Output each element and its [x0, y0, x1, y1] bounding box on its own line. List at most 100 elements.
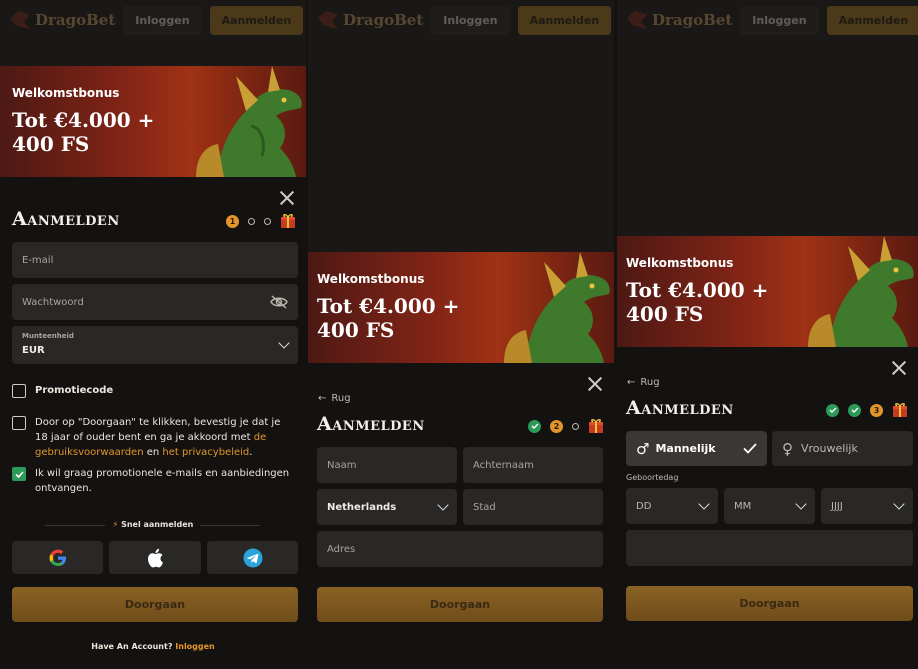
promo-checkbox[interactable]: [12, 384, 26, 398]
terms-checkbox[interactable]: [12, 416, 26, 430]
step-1-complete: [826, 403, 839, 417]
terms-text-part-2: en: [143, 447, 163, 458]
terms-text: Door op "Doorgaan" te klikken, bevestig …: [35, 415, 294, 460]
password-field[interactable]: Wachtwoord: [12, 284, 298, 320]
terms-row: Door op "Doorgaan" te klikken, bevestig …: [12, 415, 294, 460]
marketing-row: Ik wil graag promotionele e-mails en aan…: [12, 466, 294, 496]
currency-label: Munteenheid: [22, 332, 74, 340]
close-icon[interactable]: [892, 361, 906, 375]
signup-form-sheet: Aanmelden 1 E-mail Wachtwoord Munteenhei…: [0, 177, 306, 669]
login-link[interactable]: Inloggen: [175, 642, 214, 651]
lightning-icon: ⚡: [112, 520, 119, 529]
banner-headline-line-1: Tot €4.000 +: [317, 294, 460, 318]
login-button[interactable]: Inloggen: [431, 5, 510, 35]
eye-off-icon[interactable]: [270, 295, 288, 309]
signup-panel-step-2: DragoBet Inloggen Aanmelden Welkomstbonu…: [308, 0, 614, 669]
form-title: Aanmelden: [12, 208, 120, 230]
banner-subtitle: Welkomstbonus: [626, 256, 734, 270]
login-button[interactable]: Inloggen: [123, 5, 202, 35]
telegram-signup-button[interactable]: [207, 541, 298, 574]
banner-headline: Tot €4.000 +400 FS: [626, 278, 806, 326]
dragon-logo-icon: [627, 11, 647, 29]
address-field[interactable]: Adres: [317, 531, 603, 567]
login-prompt: Have An Account? Inloggen: [0, 642, 306, 651]
signup-button[interactable]: Aanmelden: [826, 5, 918, 35]
have-account-text: Have An Account?: [91, 642, 173, 651]
gender-male-option[interactable]: ♂ Mannelijk: [626, 431, 767, 466]
arrow-left-icon: ←: [318, 393, 327, 404]
step-2-active: 2: [550, 419, 563, 433]
google-signup-button[interactable]: [12, 541, 103, 574]
banner-headline: Tot €4.000 +400 FS: [12, 108, 192, 156]
signup-button[interactable]: Aanmelden: [209, 5, 304, 35]
chevron-down-icon: [437, 499, 449, 511]
check-icon: [851, 407, 858, 413]
female-label: Vrouwelijk: [801, 442, 858, 455]
step-3-pending: [264, 217, 271, 225]
banner-headline-line-2: 400 FS: [12, 132, 90, 156]
continue-button[interactable]: Doorgaan: [317, 587, 603, 622]
dragon-logo-icon: [318, 11, 338, 29]
top-navigation: DragoBet Inloggen Aanmelden: [0, 0, 306, 40]
signup-form-sheet: ← Rug Aanmelden 3 ♂ Mannelijk ♀ Vrouwelijk …: [617, 347, 918, 669]
dragon-logo-icon: [10, 11, 30, 29]
brand-logo[interactable]: DragoBet: [10, 11, 115, 29]
step-2-complete: [848, 403, 861, 417]
year-placeholder: JJJJ: [831, 500, 843, 512]
welcome-bonus-banner: Welkomstbonus Tot €4.000 +400 FS: [308, 252, 614, 363]
male-icon: ♂: [636, 439, 650, 458]
back-label: Rug: [640, 377, 660, 388]
additional-field[interactable]: [626, 530, 913, 566]
privacy-policy-link[interactable]: het privacybeleid: [162, 447, 249, 458]
birth-day-select[interactable]: DD: [626, 488, 718, 524]
login-button[interactable]: Inloggen: [740, 5, 819, 35]
banner-headline-line-2: 400 FS: [626, 302, 704, 326]
signup-panel-step-3: DragoBet Inloggen Aanmelden Welkomstbonu…: [617, 0, 918, 669]
city-field[interactable]: Stad: [463, 489, 603, 525]
check-icon: [14, 470, 24, 478]
brand-logo-text: DragoBet: [343, 11, 424, 29]
male-option-content: ♂ Mannelijk: [636, 440, 716, 458]
arrow-left-icon: ←: [627, 377, 636, 388]
brand-logo[interactable]: DragoBet: [627, 11, 732, 29]
brand-logo[interactable]: DragoBet: [318, 11, 423, 29]
email-field[interactable]: E-mail: [12, 242, 298, 278]
back-button[interactable]: ← Rug: [627, 377, 660, 388]
promo-code-toggle[interactable]: Promotiecode: [12, 383, 113, 398]
last-name-field[interactable]: Achternaam: [463, 447, 603, 483]
marketing-checkbox[interactable]: [12, 467, 26, 481]
marketing-label: Ik wil graag promotionele e-mails en aan…: [35, 468, 290, 494]
birth-year-select[interactable]: JJJJ: [821, 488, 913, 524]
terms-text-part-3: .: [249, 447, 253, 458]
step-2-pending: [248, 217, 255, 225]
signup-button[interactable]: Aanmelden: [517, 5, 612, 35]
terms-text-part-1: Door op "Doorgaan" te klikken, bevestig …: [35, 417, 281, 443]
currency-select[interactable]: Munteenheid EUR: [12, 326, 298, 364]
country-select[interactable]: Netherlands: [317, 489, 457, 525]
birth-month-select[interactable]: MM: [724, 488, 815, 524]
first-name-field[interactable]: Naam: [317, 447, 457, 483]
apple-icon: [148, 548, 163, 567]
banner-headline-line-1: Tot €4.000 +: [12, 108, 155, 132]
month-placeholder: MM: [734, 500, 752, 512]
quick-signup-label: Snel aanmelden: [121, 520, 194, 529]
dragon-illustration: [504, 252, 610, 363]
banner-headline-line-1: Tot €4.000 +: [626, 278, 769, 302]
welcome-bonus-banner: Welkomstbonus Tot €4.000 +400 FS: [0, 66, 306, 177]
banner-headline: Tot €4.000 +400 FS: [317, 294, 497, 342]
gender-female-option[interactable]: ♀ Vrouwelijk: [772, 431, 913, 466]
chevron-down-icon: [795, 498, 807, 510]
apple-signup-button[interactable]: [109, 541, 201, 574]
continue-button[interactable]: Doorgaan: [626, 586, 913, 621]
welcome-bonus-banner: Welkomstbonus Tot €4.000 +400 FS: [617, 236, 918, 347]
gift-icon: [281, 214, 295, 228]
google-icon: [49, 549, 66, 566]
close-icon[interactable]: [588, 377, 602, 391]
dragon-illustration: [808, 236, 914, 347]
continue-button[interactable]: Doorgaan: [12, 587, 298, 622]
back-button[interactable]: ← Rug: [318, 393, 351, 404]
banner-headline-line-2: 400 FS: [317, 318, 395, 342]
close-icon[interactable]: [280, 191, 294, 205]
country-value: Netherlands: [327, 501, 397, 513]
form-title: Aanmelden: [317, 413, 425, 435]
